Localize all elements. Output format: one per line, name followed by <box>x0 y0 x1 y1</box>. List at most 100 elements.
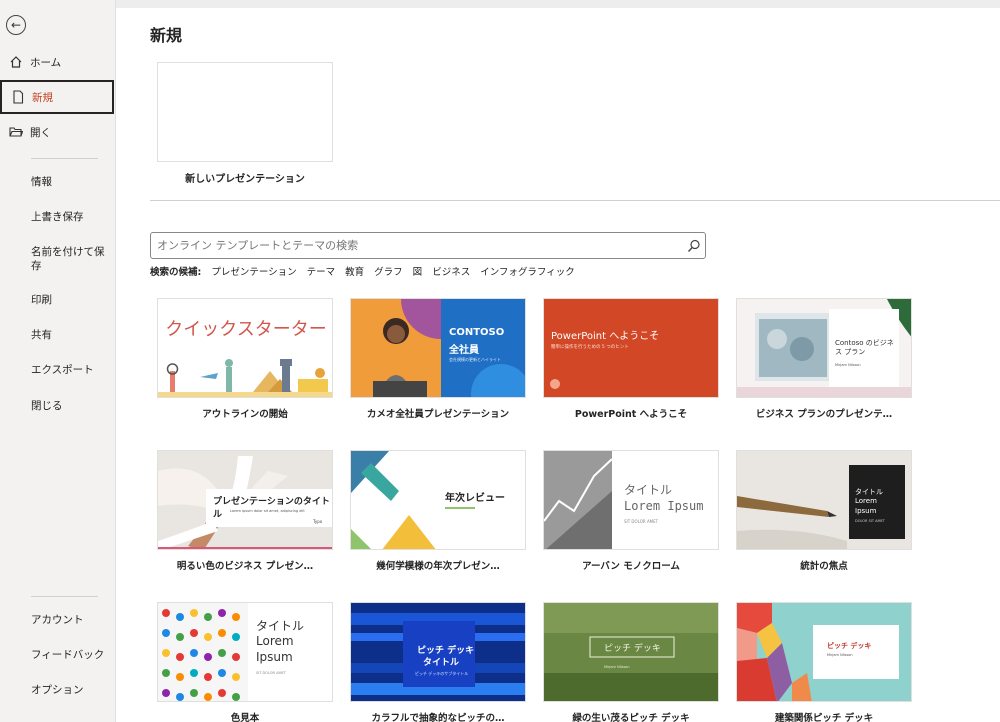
suggestion-link[interactable]: テーマ <box>307 264 336 278</box>
thumb-caption: SIT DOLOR AMET <box>256 671 286 675</box>
main-content: 新規 新しいプレゼンテーション 検索の候補: プレゼンテーション テーマ 教育 … <box>116 8 1000 722</box>
thumb-author: Mirjam Nilsson <box>835 363 861 367</box>
thumb-title: Contoso のビジネス プラン <box>835 339 894 356</box>
suggestion-link[interactable]: グラフ <box>374 264 403 278</box>
home-icon <box>8 54 24 70</box>
template-search-box <box>150 232 706 259</box>
thumb-caption: DOLOR SIT AMET <box>855 519 885 523</box>
thumb-author: Mirjam Nilsson <box>604 665 630 669</box>
sidebar-divider-bottom <box>31 596 98 597</box>
template-thumbnail: CONTOSO 全社員 会社規模の更新とハイライト <box>350 298 526 398</box>
travel-illustration <box>158 359 332 397</box>
thumb-subtitle: 簡単に操作を行うための 5 つのヒント <box>551 345 629 350</box>
thumb-subtitle: タイトル <box>423 658 460 668</box>
search-icon[interactable] <box>683 235 705 257</box>
template-thumbnail: タイトル Lorem Ipsum SIT DOLOR AMET <box>157 602 333 702</box>
template-label: 明るい色のビジネス プレゼン… <box>176 561 314 572</box>
thumb-subtitle-2: Ipsum <box>256 650 293 664</box>
main-pane: 新規 新しいプレゼンテーション 検索の候補: プレゼンテーション テーマ 教育 … <box>116 0 1000 722</box>
nav-account[interactable]: アカウント <box>31 613 106 627</box>
thumb-caption: ピッチ デッキのサブタイトル <box>415 671 469 676</box>
template-tile[interactable]: ピッチ デッキ タイトル ピッチ デッキのサブタイトル カラフルで抽象的なピッチ… <box>350 602 526 722</box>
sidebar-divider <box>31 158 98 159</box>
template-thumbnail: クイックスターター <box>157 298 333 398</box>
template-label: 統計の焦点 <box>800 561 848 572</box>
nav-new[interactable]: 新規 <box>0 80 114 114</box>
thumb-author: Mirjam Nilsson <box>827 653 853 657</box>
powerpoint-logo-icon <box>550 379 560 389</box>
blank-presentation-label: 新しいプレゼンテーション <box>185 174 305 185</box>
nav-info[interactable]: 情報 <box>31 175 106 189</box>
template-label: 色見本 <box>230 713 260 722</box>
nav-open[interactable]: 開く <box>0 115 114 149</box>
thumb-caption: SIT DOLOR AMET <box>624 519 659 524</box>
template-thumbnail: ピッチ デッキ タイトル ピッチ デッキのサブタイトル <box>350 602 526 702</box>
template-tile[interactable]: クイックスターター アウトラインの開始 <box>157 298 333 420</box>
nav-export[interactable]: エクスポート <box>31 363 106 377</box>
template-thumbnail: PowerPoint へようこそ 簡単に操作を行うための 5 つのヒント <box>543 298 719 398</box>
suggestion-link[interactable]: 図 <box>413 264 423 278</box>
suggestion-link[interactable]: 教育 <box>345 264 364 278</box>
architecture-illustration <box>737 603 911 701</box>
thumb-title: 年次レビュー <box>445 493 505 504</box>
template-tile[interactable]: プレゼンテーションのタイトル Lorem ipsum dolor sit ame… <box>157 450 333 572</box>
template-tile[interactable]: ピッチ デッキ Mirjam Nilsson 緑の生い茂るピッチ デッキ <box>543 602 719 722</box>
nav-new-label: 新規 <box>32 91 53 104</box>
suggestion-link[interactable]: プレゼンテーション <box>211 264 296 278</box>
template-tile[interactable]: タイトル Lorem Ipsum DOLOR SIT AMET 統計の焦点 <box>736 450 912 572</box>
thumb-subtitle-2: Ipsum <box>855 507 877 515</box>
template-tile[interactable]: 年次レビュー 幾何学模様の年次プレゼン… <box>350 450 526 572</box>
thumb-subtitle: Lorem <box>256 634 294 648</box>
thumb-title: PowerPoint へようこそ <box>551 331 660 342</box>
suggestion-link[interactable]: ビジネス <box>432 264 470 278</box>
template-label: アーバン モノクローム <box>582 561 680 572</box>
template-tile[interactable]: タイトル Lorem Ipsum SIT DOLOR AMET 色見本 <box>157 602 333 722</box>
template-label: 緑の生い茂るピッチ デッキ <box>572 713 690 722</box>
nav-open-label: 開く <box>30 126 51 139</box>
nav-share[interactable]: 共有 <box>31 328 106 342</box>
suggestion-link[interactable]: インフォグラフィック <box>480 264 575 278</box>
page-title: 新規 <box>150 26 183 45</box>
nav-feedback[interactable]: フィードバック <box>31 648 106 662</box>
thumb-subtitle: Lorem Ipsum <box>624 499 704 513</box>
thumb-title: ピッチ デッキ <box>827 642 872 650</box>
nav-options[interactable]: オプション <box>31 683 106 697</box>
template-label: カメオ全社員プレゼンテーション <box>366 409 510 420</box>
template-tile[interactable]: Contoso のビジネス プラン Mirjam Nilsson ビジネス プラ… <box>736 298 912 420</box>
template-tile[interactable]: PowerPoint へようこそ 簡単に操作を行うための 5 つのヒント Pow… <box>543 298 719 420</box>
template-search-input[interactable] <box>151 239 683 252</box>
nav-save-as[interactable]: 名前を付けて保存 <box>31 245 106 273</box>
thumb-subtitle: 全社員 <box>449 345 479 356</box>
template-label: PowerPoint へようこそ <box>574 409 688 420</box>
section-divider <box>150 200 1000 201</box>
template-thumbnail: 年次レビュー <box>350 450 526 550</box>
blank-presentation-card[interactable] <box>157 62 333 162</box>
folder-open-icon <box>8 124 24 140</box>
nav-close[interactable]: 閉じる <box>31 399 106 413</box>
thumb-subtitle: Lorem <box>855 497 877 505</box>
template-label: 幾何学模様の年次プレゼン… <box>376 561 500 572</box>
template-thumbnail: ピッチ デッキ Mirjam Nilsson <box>543 602 719 702</box>
nav-home[interactable]: ホーム <box>0 45 114 79</box>
template-thumbnail: ピッチ デッキ Mirjam Nilsson <box>736 602 912 702</box>
template-thumbnail: タイトル Lorem Ipsum DOLOR SIT AMET <box>736 450 912 550</box>
thumb-title: タイトル <box>624 483 673 497</box>
color-dots <box>158 603 248 701</box>
search-suggestions: 検索の候補: プレゼンテーション テーマ 教育 グラフ 図 ビジネス インフォグ… <box>150 264 575 278</box>
template-tile[interactable]: CONTOSO 全社員 会社規模の更新とハイライト カメオ全社員プレゼンテーショ… <box>350 298 526 420</box>
person-illustration <box>373 299 525 397</box>
template-thumbnail: Contoso のビジネス プラン Mirjam Nilsson <box>736 298 912 398</box>
back-button[interactable]: ← <box>6 15 26 35</box>
template-label: カラフルで抽象的なピッチの… <box>371 713 505 722</box>
nav-save[interactable]: 上書き保存 <box>31 210 106 224</box>
template-tile[interactable]: タイトル Lorem Ipsum SIT DOLOR AMET アーバン モノク… <box>543 450 719 572</box>
pencil-photo <box>737 451 911 549</box>
thumb-title: タイトル <box>256 619 305 633</box>
template-thumbnail: プレゼンテーションのタイトル Lorem ipsum dolor sit ame… <box>157 450 333 550</box>
thumb-brand: Typo <box>313 519 323 524</box>
suggestions-label: 検索の候補: <box>150 267 202 278</box>
template-thumbnail: タイトル Lorem Ipsum SIT DOLOR AMET <box>543 450 719 550</box>
nav-print[interactable]: 印刷 <box>31 293 106 307</box>
accent-line <box>445 507 475 509</box>
template-tile[interactable]: ピッチ デッキ Mirjam Nilsson 建築関係ピッチ デッキ <box>736 602 912 722</box>
